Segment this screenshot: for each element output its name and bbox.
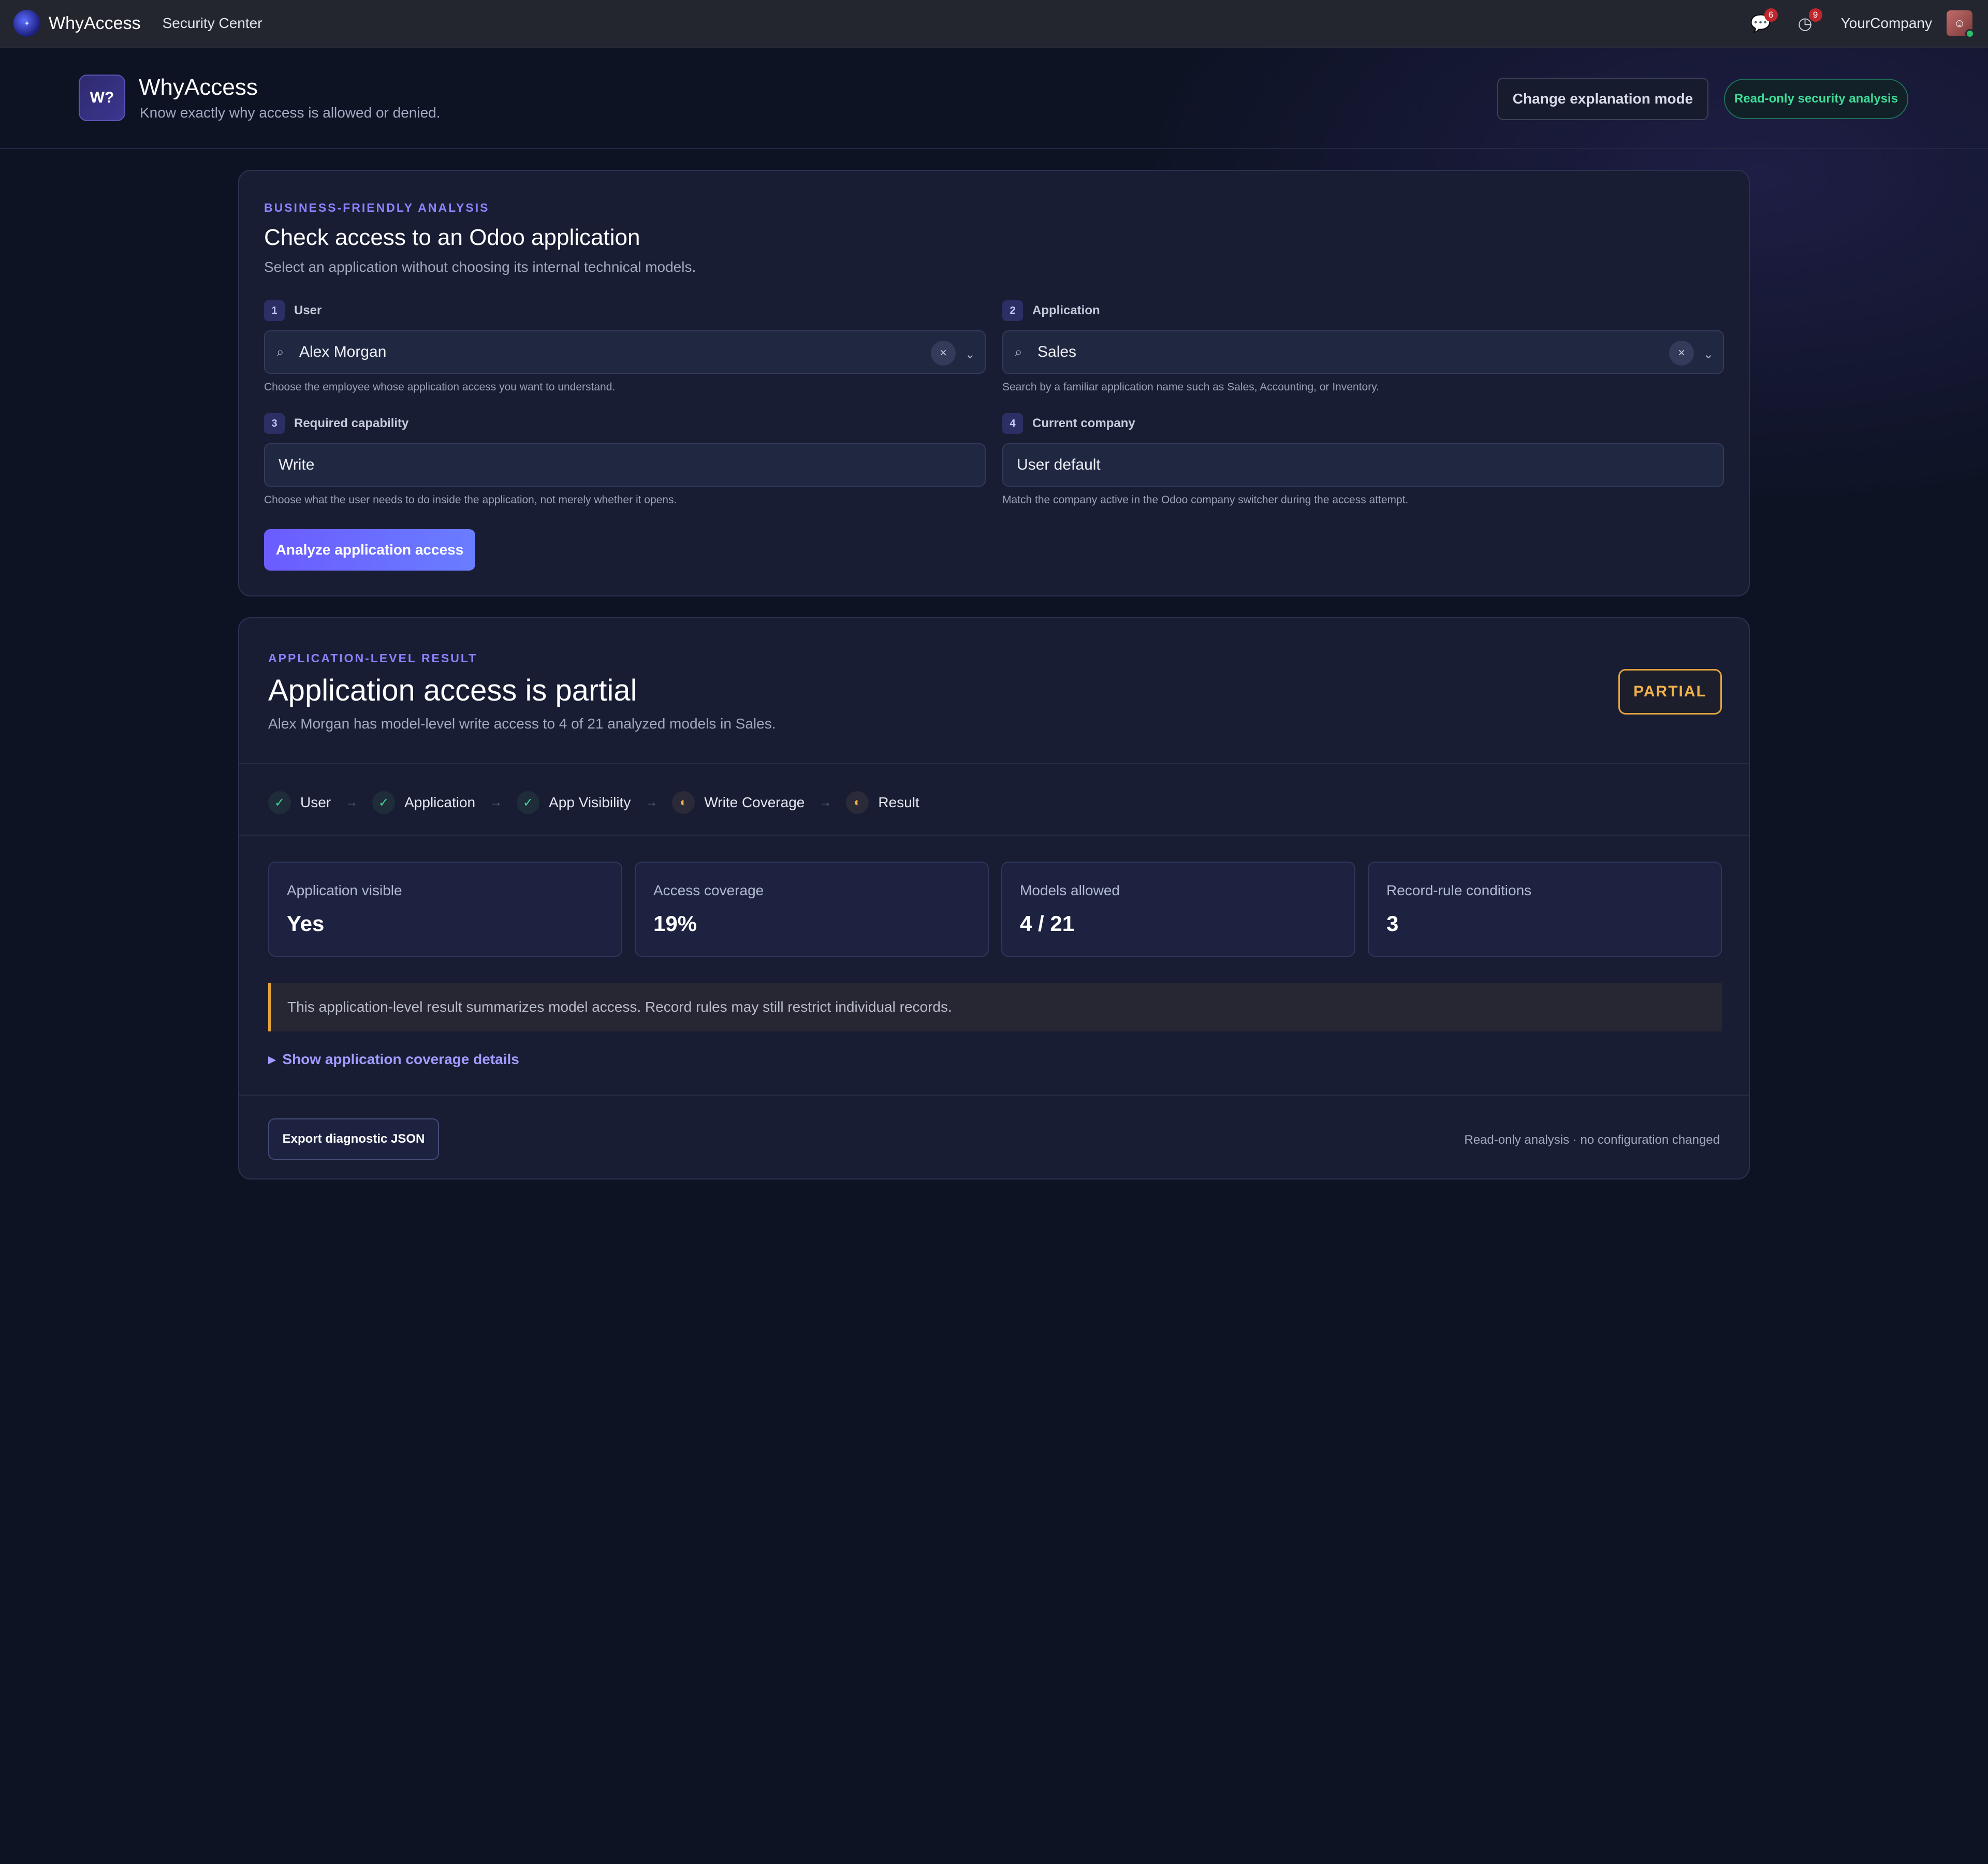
arrow-right-icon: → xyxy=(490,795,503,809)
step-number: 3 xyxy=(264,413,285,434)
user-avatar[interactable]: ☺ xyxy=(1947,10,1975,38)
form-subtitle: Select an application without choosing i… xyxy=(264,259,696,275)
user-field-label: 1 User xyxy=(264,300,321,321)
avatar-face-icon: ☺ xyxy=(1953,17,1966,30)
activities-button[interactable]: ◷ 9 xyxy=(1793,8,1822,35)
export-diagnostic-json-button[interactable]: Export diagnostic JSON xyxy=(268,1118,439,1160)
activities-count-badge: 9 xyxy=(1808,8,1822,22)
record-rules-notice: This application-level result summarizes… xyxy=(268,983,1722,1031)
analyze-application-access-button[interactable]: Analyze application access xyxy=(264,529,475,571)
label-text: Required capability xyxy=(294,416,409,430)
metric-access-coverage: Access coverage 19% xyxy=(635,862,989,957)
details-toggle-label: Show application coverage details xyxy=(282,1051,519,1067)
page-title: WhyAccess xyxy=(139,75,258,100)
status-badge: PARTIAL xyxy=(1618,669,1722,715)
messages-button[interactable]: 💬 6 xyxy=(1749,8,1778,35)
result-title: Application access is partial xyxy=(268,674,637,707)
metric-models-allowed: Models allowed 4 / 21 xyxy=(1001,862,1355,957)
company-select[interactable]: User default xyxy=(1002,443,1724,487)
top-navbar: ✦ WhyAccess Security Center 💬 6 ◷ 9 Your… xyxy=(0,0,1988,48)
analysis-form-card: BUSINESS-FRIENDLY ANALYSIS Check access … xyxy=(238,170,1750,596)
company-help-text: Match the company active in the Odoo com… xyxy=(1002,494,1409,506)
clear-icon[interactable]: × xyxy=(1669,341,1694,366)
application-select[interactable]: ⌕ Sales × ⌄ xyxy=(1002,330,1724,374)
metric-value: 19% xyxy=(653,911,697,936)
change-explanation-mode-button[interactable]: Change explanation mode xyxy=(1497,78,1708,120)
user-select[interactable]: ⌕ Alex Morgan × ⌄ xyxy=(264,330,986,374)
company-select-value: User default xyxy=(1017,456,1101,473)
result-subtitle: Alex Morgan has model-level write access… xyxy=(268,716,776,732)
metric-label: Models allowed xyxy=(1020,882,1120,898)
menu-security-center[interactable]: Security Center xyxy=(163,15,262,32)
divider xyxy=(239,1095,1749,1096)
half-circle-icon: ◐ xyxy=(672,791,695,814)
app-logo-icon[interactable]: ✦ xyxy=(13,10,40,37)
application-select-value: Sales xyxy=(1037,343,1077,360)
capability-select[interactable]: Write xyxy=(264,443,986,487)
metric-label: Record-rule conditions xyxy=(1386,882,1532,898)
step-number: 4 xyxy=(1002,413,1023,434)
capability-field-label: 3 Required capability xyxy=(264,413,408,434)
whyaccess-logo: W? xyxy=(79,75,125,121)
chevron-down-icon[interactable]: ⌄ xyxy=(1703,347,1714,362)
label-text: User xyxy=(294,303,322,317)
metric-label: Application visible xyxy=(287,882,402,898)
result-card: APPLICATION-LEVEL RESULT Application acc… xyxy=(238,617,1750,1179)
check-icon: ✓ xyxy=(517,791,540,814)
online-status-dot xyxy=(1965,29,1975,38)
arrow-right-icon: → xyxy=(345,795,358,809)
result-eyebrow: APPLICATION-LEVEL RESULT xyxy=(268,651,478,665)
company-field-label: 4 Current company xyxy=(1002,413,1135,434)
company-switcher[interactable]: YourCompany xyxy=(1841,15,1932,32)
page-header: W? WhyAccess Know exactly why access is … xyxy=(0,48,1988,149)
label-text: Application xyxy=(1032,303,1100,317)
navbar-systray: 💬 6 ◷ 9 YourCompany ☺ xyxy=(1728,8,1975,38)
divider xyxy=(239,763,1749,764)
application-help-text: Search by a familiar application name su… xyxy=(1002,381,1379,393)
flow-step-write-coverage: Write Coverage xyxy=(704,794,805,810)
metric-application-visible: Application visible Yes xyxy=(268,862,622,957)
user-select-value: Alex Morgan xyxy=(299,343,387,360)
search-icon: ⌕ xyxy=(276,344,284,359)
check-icon: ✓ xyxy=(372,791,396,814)
clear-icon[interactable]: × xyxy=(931,341,956,366)
label-text: Current company xyxy=(1032,416,1135,430)
metric-label: Access coverage xyxy=(653,882,764,898)
flow-step-app-visibility: App Visibility xyxy=(549,794,631,810)
arrow-right-icon: → xyxy=(819,795,832,809)
metric-value: 3 xyxy=(1386,911,1399,936)
step-number: 2 xyxy=(1002,300,1023,321)
caret-right-icon: ▶ xyxy=(268,1054,276,1066)
form-title: Check access to an Odoo application xyxy=(264,225,640,250)
flow-step-application: Application xyxy=(404,794,476,810)
capability-help-text: Choose what the user needs to do inside … xyxy=(264,494,677,506)
user-help-text: Choose the employee whose application ac… xyxy=(264,381,616,393)
show-coverage-details-toggle[interactable]: ▶ Show application coverage details xyxy=(268,1051,519,1068)
metric-value: Yes xyxy=(287,911,325,936)
readonly-footer-note: Read-only analysis · no configuration ch… xyxy=(1464,1133,1720,1147)
analysis-flow: ✓ User → ✓ Application → ✓ App Visibilit… xyxy=(268,787,919,818)
arrow-right-icon: → xyxy=(645,795,658,809)
form-eyebrow: BUSINESS-FRIENDLY ANALYSIS xyxy=(264,201,490,214)
check-icon: ✓ xyxy=(268,791,291,814)
messages-count-badge: 6 xyxy=(1764,8,1778,22)
metric-record-rule-conditions: Record-rule conditions 3 xyxy=(1368,862,1722,957)
navbar-brand[interactable]: WhyAccess xyxy=(49,13,141,34)
chevron-down-icon[interactable]: ⌄ xyxy=(965,347,975,362)
search-icon: ⌕ xyxy=(1015,344,1022,359)
flow-step-result: Result xyxy=(878,794,919,810)
page-subtitle: Know exactly why access is allowed or de… xyxy=(140,105,441,121)
flow-step-user: User xyxy=(300,794,331,810)
metric-value: 4 / 21 xyxy=(1020,911,1075,936)
application-field-label: 2 Application xyxy=(1002,300,1100,321)
step-number: 1 xyxy=(264,300,285,321)
divider xyxy=(239,835,1749,836)
capability-select-value: Write xyxy=(279,456,315,473)
half-circle-icon: ◐ xyxy=(846,791,869,814)
readonly-badge: Read-only security analysis xyxy=(1724,79,1908,119)
